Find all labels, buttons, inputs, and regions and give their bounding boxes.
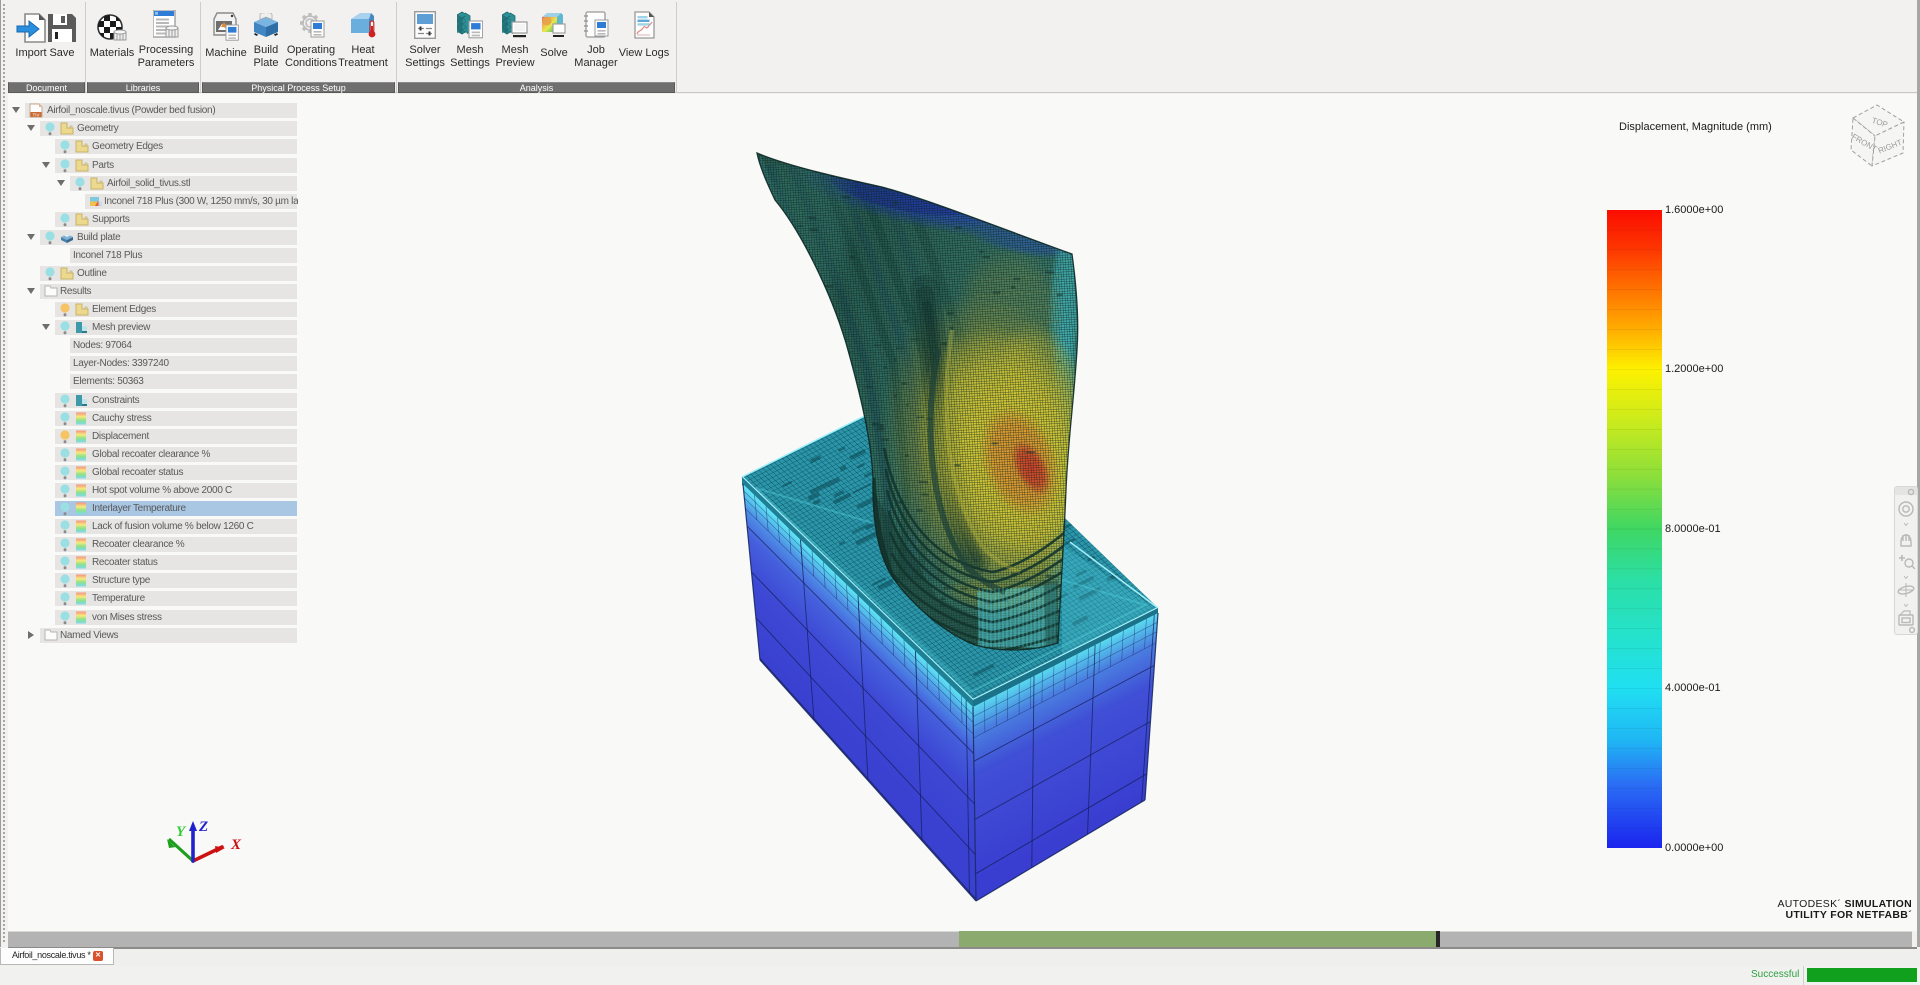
- svg-text:X: X: [230, 837, 242, 853]
- svg-text:Z: Z: [198, 819, 208, 835]
- svg-text:Y: Y: [176, 824, 187, 840]
- svg-text:TIV: TIV: [32, 112, 39, 117]
